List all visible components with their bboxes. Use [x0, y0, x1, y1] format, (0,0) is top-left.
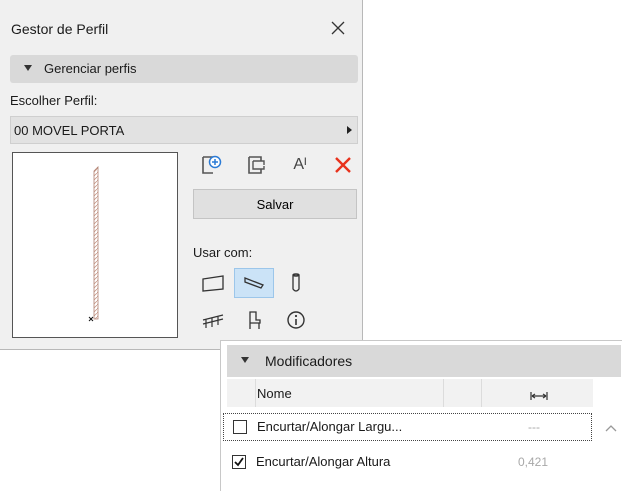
close-button[interactable]: [326, 16, 350, 40]
column-divider: [443, 379, 444, 407]
use-with-column[interactable]: [276, 268, 316, 298]
column-icon: [292, 273, 300, 292]
modifier-checkbox[interactable]: [233, 420, 247, 434]
use-with-info[interactable]: [276, 305, 316, 335]
modifier-name: Encurtar/Alongar Largu...: [257, 419, 403, 434]
profile-shape-preview: [88, 166, 99, 322]
profile-toolbar: Aᴵ: [198, 152, 358, 178]
modifiers-section-header[interactable]: Modificadores: [227, 345, 621, 377]
modifier-value: ---: [528, 420, 540, 434]
use-with-label: Usar com:: [193, 245, 253, 260]
palette-title: Gestor de Perfil: [11, 21, 109, 37]
use-with-object[interactable]: [234, 305, 274, 335]
width-arrows-icon: [530, 392, 548, 400]
info-icon: [287, 311, 305, 329]
modifiers-panel: Modificadores Nome Encurtar/Alongar Larg…: [220, 340, 622, 491]
save-button[interactable]: Salvar: [193, 189, 357, 219]
checkmark-icon: [234, 457, 244, 467]
scroll-up-button[interactable]: [604, 421, 618, 435]
profile-manager-palette: Gestor de Perfil Gerenciar perfis Escolh…: [0, 0, 363, 350]
profile-preview: [12, 152, 178, 338]
chevron-up-icon: [605, 425, 617, 432]
rename-profile-button[interactable]: Aᴵ: [287, 152, 313, 178]
selected-profile-value: 00 MOVEL PORTA: [14, 123, 125, 138]
modifiers-title: Modificadores: [265, 353, 353, 369]
column-divider: [481, 379, 482, 407]
modifiers-table-header: Nome: [227, 379, 593, 407]
column-divider: [255, 379, 256, 407]
delete-x-icon: [335, 157, 351, 173]
column-header-name: Nome: [257, 386, 292, 401]
dropdown-arrow-icon: [347, 126, 352, 134]
modifier-checkbox[interactable]: [232, 455, 246, 469]
delete-profile-button[interactable]: [330, 152, 356, 178]
table-row[interactable]: Encurtar/Alongar Largu... ---: [223, 413, 592, 441]
use-with-beam[interactable]: [234, 268, 274, 298]
collapse-triangle-icon: [241, 357, 249, 363]
rename-icon: Aᴵ: [293, 156, 307, 173]
choose-profile-label: Escolher Perfil:: [10, 93, 98, 108]
beam-icon: [244, 277, 264, 289]
table-row[interactable]: Encurtar/Alongar Altura 0,421: [223, 449, 592, 477]
railing-icon: [202, 314, 224, 328]
duplicate-profile-icon: [248, 156, 265, 174]
column-header-value[interactable]: [530, 388, 548, 406]
modifier-name: Encurtar/Alongar Altura: [256, 454, 391, 469]
use-with-wall[interactable]: [193, 268, 233, 298]
use-with-railing[interactable]: [193, 305, 233, 335]
section-label: Gerenciar perfis: [44, 61, 137, 76]
new-profile-button[interactable]: [198, 152, 224, 178]
close-icon: [331, 21, 345, 35]
modifier-value: 0,421: [517, 455, 549, 469]
new-profile-icon: [202, 155, 222, 174]
profile-dropdown[interactable]: 00 MOVEL PORTA: [10, 116, 358, 144]
manage-profiles-section-header[interactable]: Gerenciar perfis: [10, 55, 358, 83]
chair-object-icon: [249, 311, 261, 329]
wall-icon: [202, 275, 224, 292]
collapse-triangle-icon: [24, 65, 32, 71]
duplicate-profile-button[interactable]: [244, 152, 270, 178]
